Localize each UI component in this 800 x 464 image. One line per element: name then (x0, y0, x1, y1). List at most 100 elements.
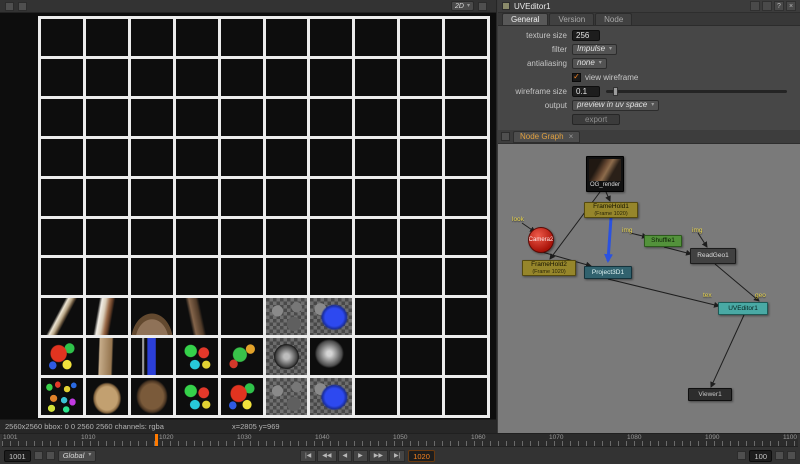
uv-cell (445, 59, 487, 96)
sync-icon[interactable] (787, 451, 796, 460)
uv-cell (400, 338, 442, 375)
float-panel-icon[interactable] (762, 1, 772, 11)
uv-cell (221, 219, 263, 256)
playback-mode-icon[interactable] (737, 451, 746, 460)
uv-cell (86, 99, 128, 136)
properties-header: UVEditor1 ? × (498, 0, 800, 13)
center-panel-icon[interactable] (750, 1, 760, 11)
slider-handle[interactable] (613, 87, 618, 96)
uv-cell (86, 139, 128, 176)
uv-cell (310, 219, 352, 256)
uv-cell (445, 258, 487, 295)
ruler-tick-label: 1030 (237, 434, 251, 441)
uv-cell (176, 258, 218, 295)
uv-thumbnail-uv-red2 (221, 378, 263, 415)
help-icon[interactable]: ? (774, 1, 784, 11)
transport-button[interactable]: ▶ (353, 450, 368, 462)
wireframe-size-input[interactable]: 0.1 (572, 86, 600, 97)
wireframe-size-slider[interactable] (606, 90, 787, 93)
frame-range-icon[interactable] (46, 451, 55, 460)
tab-general[interactable]: General (502, 13, 548, 25)
output-select[interactable]: preview in uv space ▾ (572, 100, 659, 111)
transport-button[interactable]: ▶| (389, 450, 405, 462)
ruler-tick-label: 1020 (159, 434, 173, 441)
transport-button[interactable]: ▶▶ (369, 450, 388, 462)
viewer-channels-icon[interactable] (18, 2, 27, 11)
transport-button[interactable]: ◀ (338, 450, 353, 462)
playback-controls: 1001 Global ▾ |◀◀◀◀▶▶▶▶| 1020 100 (0, 447, 800, 464)
uv-thumbnail-uv-green (221, 338, 263, 375)
node-OG_render[interactable]: OG_render (586, 156, 624, 192)
node-Project3D1[interactable]: Project3D1 (584, 266, 632, 279)
uv-cell (41, 99, 83, 136)
uv-cell (400, 59, 442, 96)
node-Shuffle1[interactable]: Shuffle1 (644, 235, 682, 247)
ruler-tick-label: 1040 (315, 434, 329, 441)
uv-cell (310, 19, 352, 56)
render-thumbnail (589, 159, 621, 181)
uv-cell (131, 179, 173, 216)
uv-cell (221, 59, 263, 96)
transport-button[interactable]: ◀◀ (317, 450, 336, 462)
antialiasing-select[interactable]: none ▾ (572, 58, 607, 69)
texture-size-label: texture size (503, 31, 567, 40)
transport-button[interactable]: |◀ (300, 450, 316, 462)
texture-size-input[interactable]: 256 (572, 30, 600, 41)
export-button[interactable]: export (572, 114, 620, 125)
tab-node[interactable]: Node (595, 13, 632, 25)
node-label: Project3D1 (592, 269, 624, 276)
node-label: OG_render (590, 182, 620, 189)
uv-cell (131, 219, 173, 256)
uv-cell (131, 59, 173, 96)
view-mode-select[interactable]: 2D ▾ (451, 1, 474, 11)
uv-cell (131, 258, 173, 295)
uv-cell (86, 219, 128, 256)
uv-cell (266, 19, 308, 56)
viewer-toolbar: 2D ▾ (0, 0, 496, 13)
tab-close-icon[interactable]: × (569, 132, 574, 141)
ruler-labels: 1001101010201030104010501060107010801090… (2, 434, 798, 441)
uv-cell (131, 139, 173, 176)
node-color-swatch[interactable] (502, 2, 510, 10)
uv-thumbnail-sphere (310, 338, 352, 375)
node-FrameHold2[interactable]: FrameHold2(Frame 1020) (522, 260, 576, 276)
frame-range-lock-icon[interactable] (34, 451, 43, 460)
uv-cell (221, 139, 263, 176)
range-mode-select[interactable]: Global ▾ (58, 450, 97, 462)
node-label: Viewer1 (698, 391, 721, 398)
panel-menu-icon[interactable] (501, 132, 510, 141)
viewer-canvas[interactable] (0, 13, 496, 419)
uv-thumbnail-tan-blob (86, 378, 128, 415)
fps-input[interactable]: 100 (749, 450, 772, 462)
node-graph-canvas[interactable]: OG_render FrameHold1(Frame 1020) Camera2 Sh… (498, 144, 800, 433)
uv-cell (41, 139, 83, 176)
uv-cell (400, 219, 442, 256)
node-FrameHold1[interactable]: FrameHold1(Frame 1020) (584, 202, 638, 218)
filter-select[interactable]: Impulse ▾ (572, 44, 617, 55)
ruler-tick-label: 1090 (705, 434, 719, 441)
chevron-down-icon: ▾ (88, 450, 91, 461)
current-frame-input[interactable]: 1020 (408, 450, 435, 462)
viewer-settings-icon[interactable] (478, 2, 487, 11)
tab-node-graph[interactable]: Node Graph × (513, 131, 580, 143)
viewer-layout-icon[interactable] (5, 2, 14, 11)
playhead[interactable] (155, 434, 158, 446)
uv-cell (41, 258, 83, 295)
chevron-down-icon: ▾ (599, 58, 602, 68)
node-ReadGeo1[interactable]: ReadGeo1 (690, 248, 736, 264)
node-Camera2[interactable]: Camera2 (528, 227, 554, 253)
fullscreen-icon[interactable] (775, 451, 784, 460)
node-graph-tab-label: Node Graph (520, 132, 564, 141)
tab-version[interactable]: Version (549, 13, 594, 25)
node-Viewer1[interactable]: Viewer1 (688, 388, 732, 401)
uv-cell (355, 338, 397, 375)
node-UVEditor1[interactable]: UVEditor1 (718, 302, 768, 315)
view-wireframe-checkbox[interactable]: ✓ (572, 73, 581, 82)
uv-cell (400, 258, 442, 295)
uv-cell (445, 378, 487, 415)
close-icon[interactable]: × (786, 1, 796, 11)
timeline-ruler[interactable]: 1001101010201030104010501060107010801090… (2, 434, 798, 447)
node-wires[interactable] (498, 144, 800, 433)
uv-cell (176, 219, 218, 256)
range-start-input[interactable]: 1001 (4, 450, 31, 462)
